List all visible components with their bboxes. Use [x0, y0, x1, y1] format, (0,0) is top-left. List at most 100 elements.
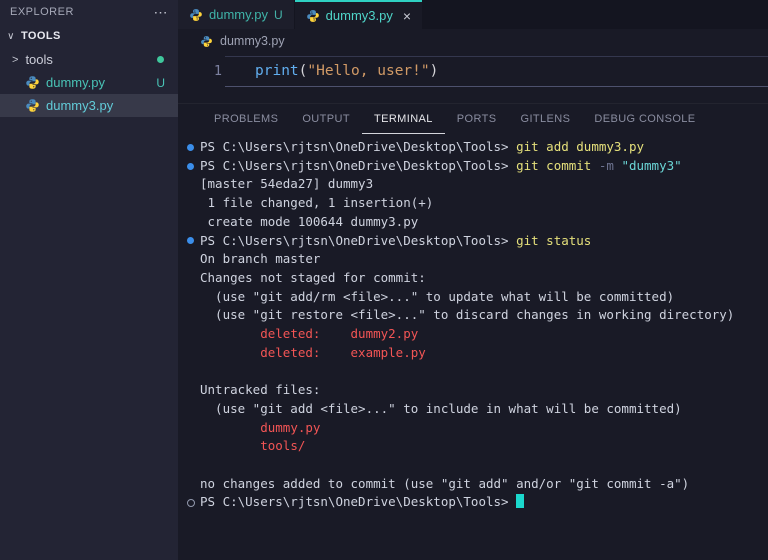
- terminal-line: no changes added to commit (use "git add…: [187, 475, 768, 494]
- terminal-line: On branch master: [187, 250, 768, 269]
- terminal-line-text: PS C:\Users\rjtsn\OneDrive\Desktop\Tools…: [200, 138, 644, 157]
- command-status-dot: [187, 232, 200, 251]
- more-actions-icon[interactable]: ⋯: [154, 4, 169, 21]
- bullet-spacer: [187, 250, 200, 269]
- python-file-icon: [306, 9, 320, 23]
- breadcrumb[interactable]: dummy3.py: [178, 29, 768, 53]
- terminal-content[interactable]: PS C:\Users\rjtsn\OneDrive\Desktop\Tools…: [178, 134, 768, 560]
- terminal-line: deleted: example.py: [187, 344, 768, 363]
- text-segment: Untracked files:: [200, 382, 320, 397]
- breadcrumb-filename: dummy3.py: [220, 34, 285, 48]
- text-segment: no changes added to commit (use "git add…: [200, 476, 689, 491]
- python-file-icon: [189, 8, 203, 22]
- terminal-line-text: (use "git add <file>..." to include in w…: [200, 400, 682, 419]
- text-segment: 1 file changed, 1 insertion(+): [200, 195, 433, 210]
- panel-tab-gitlens[interactable]: GITLENS: [509, 104, 583, 134]
- terminal-line: PS C:\Users\rjtsn\OneDrive\Desktop\Tools…: [187, 157, 768, 176]
- terminal-line-text: (use "git add/rm <file>..." to update wh…: [200, 288, 674, 307]
- tree-item-tools-folder[interactable]: > tools: [0, 48, 178, 71]
- file-label: dummy3.py: [46, 98, 113, 113]
- tab-dummy3-py[interactable]: dummy3.py ×: [295, 0, 422, 29]
- text-segment: print: [255, 63, 299, 79]
- explorer-header: EXPLORER ⋯: [0, 0, 178, 24]
- chevron-right-icon: >: [12, 54, 18, 66]
- text-segment: [200, 326, 260, 341]
- panel-tab-ports[interactable]: PORTS: [445, 104, 509, 134]
- text-segment: [200, 345, 260, 360]
- explorer-title: EXPLORER: [10, 6, 74, 18]
- text-segment: -m: [599, 158, 622, 173]
- terminal-line-text: dummy.py: [200, 419, 320, 438]
- tree-item-dummy3-py[interactable]: dummy3.py: [0, 94, 178, 117]
- git-decoration-dot: [157, 56, 164, 63]
- text-segment: PS C:\Users\rjtsn\OneDrive\Desktop\Tools…: [200, 158, 516, 173]
- tab-dummy-py[interactable]: dummy.py U: [178, 0, 295, 29]
- text-segment: PS C:\Users\rjtsn\OneDrive\Desktop\Tools…: [200, 139, 516, 154]
- tab-label: dummy.py: [209, 7, 268, 22]
- text-segment: (use "git restore <file>..." to discard …: [200, 307, 734, 322]
- python-file-icon: [200, 35, 213, 48]
- text-segment: create mode 100644 dummy3.py: [200, 214, 418, 229]
- panel-tab-output[interactable]: OUTPUT: [290, 104, 362, 134]
- bullet-spacer: [187, 288, 200, 307]
- terminal-line-text: Changes not staged for commit:: [200, 269, 426, 288]
- command-status-dot: [187, 157, 200, 176]
- terminal-line: (use "git add/rm <file>..." to update wh…: [187, 288, 768, 307]
- terminal-line: [master 54eda27] dummy3: [187, 175, 768, 194]
- text-segment: "Hello, user!": [307, 63, 429, 79]
- git-untracked-badge: U: [156, 76, 165, 90]
- section-label: TOOLS: [21, 30, 61, 42]
- terminal-line-text: 1 file changed, 1 insertion(+): [200, 194, 433, 213]
- terminal-line-text: create mode 100644 dummy3.py: [200, 213, 418, 232]
- terminal-cursor: [516, 494, 524, 508]
- terminal-line: Changes not staged for commit:: [187, 269, 768, 288]
- code-editor[interactable]: 1 print("Hello, user!"): [178, 53, 768, 103]
- bullet-spacer: [187, 437, 200, 456]
- line-number: 1: [178, 56, 225, 87]
- command-status-dot: [187, 138, 200, 157]
- bullet-spacer: [187, 306, 200, 325]
- terminal-line: 1 file changed, 1 insertion(+): [187, 194, 768, 213]
- text-segment: ): [430, 63, 439, 79]
- terminal-line: PS C:\Users\rjtsn\OneDrive\Desktop\Tools…: [187, 232, 768, 251]
- sidebar-section-tools[interactable]: ∨ TOOLS: [0, 24, 178, 48]
- text-segment: [200, 438, 260, 453]
- terminal-line: deleted: dummy2.py: [187, 325, 768, 344]
- bullet-spacer: [187, 175, 200, 194]
- text-segment: git status: [516, 233, 591, 248]
- text-segment: [200, 420, 260, 435]
- text-segment: "dummy3": [621, 158, 681, 173]
- terminal-line: dummy.py: [187, 419, 768, 438]
- bullet-spacer: [187, 381, 200, 400]
- bottom-panel: PROBLEMSOUTPUTTERMINALPORTSGITLENSDEBUG …: [178, 103, 768, 560]
- terminal-line-text: deleted: example.py: [200, 344, 426, 363]
- panel-tab-terminal[interactable]: TERMINAL: [362, 104, 445, 134]
- python-file-icon: [25, 98, 40, 113]
- editor-tabbar: dummy.py U dummy3.py ×: [178, 0, 768, 29]
- vscode-window: EXPLORER ⋯ ∨ TOOLS > tools dummy.py U du…: [0, 0, 768, 560]
- bullet-spacer: [187, 344, 200, 363]
- text-segment: deleted: example.py: [260, 345, 426, 360]
- text-segment: dummy.py: [260, 420, 320, 435]
- tree-item-dummy-py[interactable]: dummy.py U: [0, 71, 178, 94]
- close-icon[interactable]: ×: [403, 9, 411, 23]
- panel-tab-problems[interactable]: PROBLEMS: [202, 104, 290, 134]
- editor-line-1: 1 print("Hello, user!"): [178, 56, 768, 87]
- terminal-line: (use "git add <file>..." to include in w…: [187, 400, 768, 419]
- terminal-line-text: tools/: [200, 437, 305, 456]
- bullet-spacer: [187, 362, 200, 381]
- terminal-line-text: PS C:\Users\rjtsn\OneDrive\Desktop\Tools…: [200, 493, 524, 512]
- text-segment: (use "git add/rm <file>..." to update wh…: [200, 289, 674, 304]
- terminal-line-text: no changes added to commit (use "git add…: [200, 475, 689, 494]
- bullet-spacer: [187, 194, 200, 213]
- terminal-line: (use "git restore <file>..." to discard …: [187, 306, 768, 325]
- bullet-spacer: [187, 456, 200, 475]
- command-status-dot: [187, 493, 200, 512]
- file-label: dummy.py: [46, 75, 105, 90]
- terminal-line: create mode 100644 dummy3.py: [187, 213, 768, 232]
- terminal-line-text: Untracked files:: [200, 381, 320, 400]
- panel-tabs: PROBLEMSOUTPUTTERMINALPORTSGITLENSDEBUG …: [178, 104, 768, 134]
- text-segment: Changes not staged for commit:: [200, 270, 426, 285]
- bullet-spacer: [187, 269, 200, 288]
- panel-tab-debug-console[interactable]: DEBUG CONSOLE: [582, 104, 707, 134]
